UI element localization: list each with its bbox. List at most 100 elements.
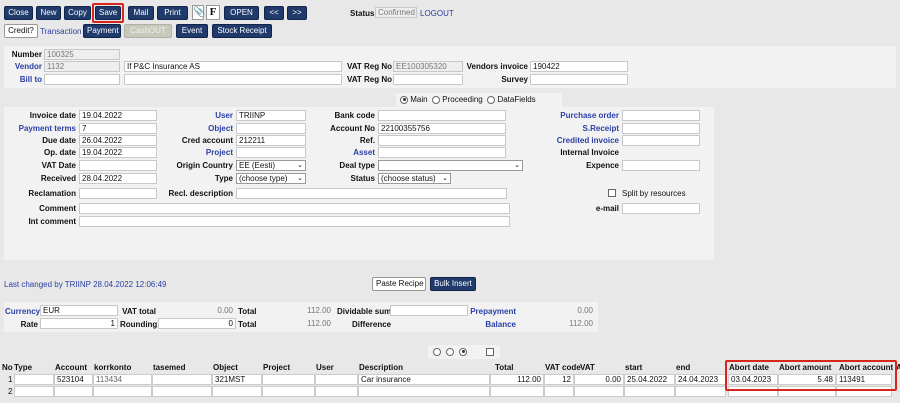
payment-terms-label[interactable]: Payment terms [6, 123, 76, 134]
bill-to-code-field[interactable] [44, 74, 120, 85]
email-field[interactable] [622, 203, 700, 214]
user-field[interactable]: TRIINP [236, 110, 306, 121]
currency-field[interactable]: EUR [40, 305, 118, 316]
int-comment-field[interactable] [79, 216, 510, 227]
balance-label[interactable]: Balance [468, 319, 516, 330]
invoice-date-field[interactable]: 19.04.2022 [79, 110, 157, 121]
row2-object[interactable] [212, 386, 262, 397]
received-field[interactable]: 28.04.2022 [79, 173, 157, 184]
object-label[interactable]: Object [160, 123, 233, 134]
currency-label[interactable]: Currency [5, 306, 40, 317]
mail-button[interactable]: Mail [128, 6, 154, 20]
row1-user[interactable] [315, 374, 358, 385]
row1-type[interactable] [14, 374, 54, 385]
type-select[interactable]: (choose type) ⌄ [236, 173, 306, 184]
tab-main[interactable]: Main [410, 95, 427, 104]
next-button[interactable]: >> [287, 6, 307, 20]
s-receipt-field[interactable] [622, 123, 700, 134]
payment-terms-field[interactable]: 7 [79, 123, 157, 134]
due-date-field[interactable]: 26.04.2022 [79, 135, 157, 146]
row2-user[interactable] [315, 386, 358, 397]
event-button[interactable]: Event [176, 24, 208, 38]
tab-proceeding[interactable]: Proceeding [442, 95, 482, 104]
tab-datafields-radio[interactable] [487, 95, 496, 104]
user-label[interactable]: User [160, 110, 233, 121]
rounding-field[interactable]: 0 [158, 318, 236, 329]
grid-view-radio-2[interactable] [446, 347, 455, 356]
tab-proceeding-radio[interactable] [432, 95, 441, 104]
split-checkbox[interactable] [608, 189, 616, 197]
row1-account[interactable]: 523104 [54, 374, 93, 385]
credited-invoice-label[interactable]: Credited invoice [530, 135, 619, 146]
credit-button[interactable]: Credit? [4, 24, 38, 38]
row1-project[interactable] [262, 374, 315, 385]
bulk-insert-button[interactable]: Bulk Insert [430, 277, 476, 291]
expence-field[interactable] [622, 160, 700, 171]
row1-total[interactable]: 112.00 [490, 374, 544, 385]
paste-recipe-button[interactable]: Paste Recipe [372, 277, 426, 291]
print-button[interactable]: Print [157, 6, 188, 20]
row1-vat-code[interactable]: 12 [544, 374, 574, 385]
grid-option-checkbox[interactable] [486, 348, 494, 356]
row2-tasemed[interactable] [152, 386, 212, 397]
row2-account[interactable] [54, 386, 93, 397]
copy-button[interactable]: Copy [64, 6, 91, 20]
tab-main-radio[interactable] [400, 95, 408, 104]
row2-type[interactable] [14, 386, 54, 397]
payment-button[interactable]: Payment [83, 24, 121, 38]
bill-to-label[interactable]: Bill to [6, 74, 42, 85]
tab-datafields[interactable]: DataFields [497, 95, 535, 104]
purchase-order-label[interactable]: Purchase order [530, 110, 619, 121]
row2-total[interactable] [490, 386, 544, 397]
recl-description-field[interactable] [236, 188, 507, 199]
origin-country-select[interactable]: EE (Eesti) ⌄ [236, 160, 306, 171]
f-button[interactable]: F [206, 5, 220, 20]
attachment-icon[interactable]: 📎 [192, 5, 205, 20]
vendors-invoice-field[interactable]: 190422 [530, 61, 628, 72]
row2-vat[interactable] [574, 386, 624, 397]
ref-field[interactable] [378, 135, 506, 146]
row2-description[interactable] [358, 386, 490, 397]
vendor-code-field[interactable]: 1132 [44, 61, 120, 72]
row2-end[interactable] [675, 386, 726, 397]
account-no-field[interactable]: 22100355756 [378, 123, 506, 134]
stock-receipt-button[interactable]: Stock Receipt [212, 24, 272, 38]
credited-invoice-field[interactable] [622, 135, 700, 146]
new-button[interactable]: New [36, 6, 61, 20]
dividable-sum-field[interactable] [390, 305, 468, 316]
row2-korrkonto[interactable] [93, 386, 152, 397]
status-select[interactable]: (choose status) ⌄ [378, 173, 451, 184]
prepayment-label[interactable]: Prepayment [468, 306, 516, 317]
row2-vat-code[interactable] [544, 386, 574, 397]
open-button[interactable]: OPEN [224, 6, 259, 20]
bank-code-field[interactable] [378, 110, 506, 121]
vat-reg2-field[interactable] [393, 74, 463, 85]
deal-type-select[interactable]: ⌄ [378, 160, 523, 171]
rate-field[interactable]: 1 [40, 318, 118, 329]
project-field[interactable] [236, 147, 306, 158]
vat-date-field[interactable] [79, 160, 157, 171]
logout-link[interactable]: LOGOUT [420, 8, 454, 19]
s-receipt-label[interactable]: S.Receipt [530, 123, 619, 134]
project-label[interactable]: Project [160, 147, 233, 158]
row2-start[interactable] [624, 386, 675, 397]
row1-tasemed[interactable] [152, 374, 212, 385]
row1-start[interactable]: 25.04.2022 [624, 374, 675, 385]
cred-account-field[interactable]: 212211 [236, 135, 306, 146]
prev-button[interactable]: << [264, 6, 284, 20]
row1-vat[interactable]: 0.00 [574, 374, 624, 385]
close-button[interactable]: Close [4, 6, 33, 20]
row2-project[interactable] [262, 386, 315, 397]
comment-field[interactable] [79, 203, 510, 214]
survey-field[interactable] [530, 74, 628, 85]
row1-object[interactable]: 321MST [212, 374, 262, 385]
asset-field[interactable] [378, 147, 506, 158]
vendor-name-field[interactable]: If P&C Insurance AS [124, 61, 342, 72]
row1-description[interactable]: Car insurance [358, 374, 490, 385]
transaction-link[interactable]: Transaction [40, 26, 82, 37]
row1-end[interactable]: 24.04.2023 [675, 374, 726, 385]
op-date-field[interactable]: 19.04.2022 [79, 147, 157, 158]
grid-view-radio-3[interactable] [459, 347, 468, 356]
bill-to-name-field[interactable] [124, 74, 342, 85]
grid-view-radio-1[interactable] [433, 347, 441, 356]
